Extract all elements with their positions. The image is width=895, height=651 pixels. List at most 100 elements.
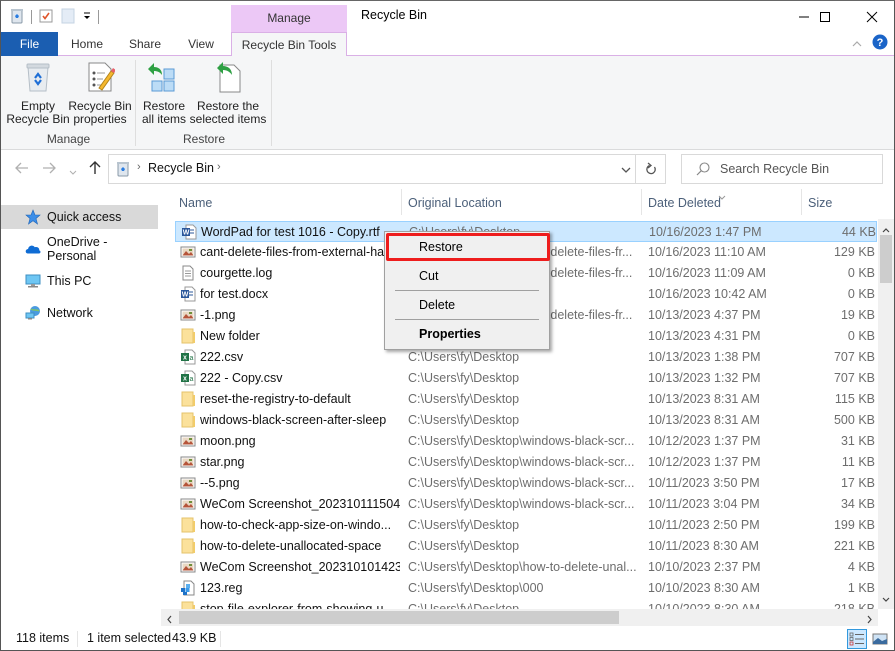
navigation-pane: Quick access OneDrive - Personal This PC…: [1, 187, 161, 627]
file-row[interactable]: --5.png C:\Users\fy\Desktop\windows-black…: [175, 473, 877, 494]
up-arrow-icon: [89, 161, 101, 174]
back-button[interactable]: [15, 161, 29, 178]
collapse-ribbon-icon[interactable]: [852, 37, 862, 51]
file-row[interactable]: a x 222 - Copy.csv C:\Users\fy\Desktop 10/13…: [175, 368, 877, 389]
image-file-icon: [180, 559, 196, 575]
maximize-button[interactable]: [802, 1, 848, 32]
file-name: 222 - Copy.csv: [200, 371, 283, 385]
column-header-date-deleted[interactable]: Date Deleted: [648, 187, 721, 219]
recycle-bin-icon: [21, 60, 55, 94]
address-dropdown-icon[interactable]: [621, 163, 631, 177]
nav-item-onedrive[interactable]: OneDrive - Personal: [1, 235, 158, 263]
menu-item-delete[interactable]: Delete: [387, 294, 547, 316]
up-button[interactable]: [89, 161, 101, 179]
large-icons-view-button[interactable]: [870, 629, 890, 649]
file-row[interactable]: windows-black-screen-after-sleep C:\Users…: [175, 410, 877, 431]
file-date-deleted: 10/12/2023 1:37 PM: [648, 434, 761, 448]
file-row[interactable]: how-to-delete-unallocated-space C:\Users\…: [175, 536, 877, 557]
file-date-deleted: 10/10/2023 2:37 PM: [648, 560, 761, 574]
status-divider: [77, 631, 78, 647]
toolbar-divider: [31, 10, 32, 24]
file-name: star.png: [200, 455, 245, 469]
vertical-scrollbar[interactable]: [878, 219, 894, 609]
menu-item-cut[interactable]: Cut: [387, 265, 547, 287]
file-row[interactable]: WeCom Screenshot_202310111504... C:\Users…: [175, 494, 877, 515]
menu-item-restore[interactable]: Restore: [387, 236, 547, 258]
scroll-right-icon[interactable]: [867, 613, 873, 627]
folder-file-icon: [180, 538, 196, 554]
file-date-deleted: 10/16/2023 11:09 AM: [648, 266, 766, 280]
nav-item-this-pc[interactable]: This PC: [1, 269, 158, 293]
new-folder-qat-icon[interactable]: [60, 8, 76, 27]
refresh-button[interactable]: [635, 155, 665, 183]
properties-qat-icon[interactable]: [38, 8, 54, 27]
file-name: for test.docx: [200, 287, 269, 301]
file-date-deleted: 10/16/2023 11:10 AM: [648, 245, 766, 259]
file-row[interactable]: how-to-check-app-size-on-windo... C:\User…: [175, 515, 877, 536]
file-size: 0 KB: [847, 329, 875, 343]
file-row[interactable]: WeCom Screenshot_202310101423... C:\Users…: [175, 557, 877, 578]
file-row[interactable]: star.png C:\Users\fy\Desktop\windows-blac…: [175, 452, 877, 473]
recycle-bin-small-icon[interactable]: [9, 8, 25, 27]
window-title: Recycle Bin: [361, 8, 427, 22]
file-date-deleted: 10/16/2023 10:42 AM: [648, 287, 767, 301]
search-box[interactable]: [681, 154, 883, 184]
tab-file[interactable]: File: [1, 32, 58, 56]
close-button[interactable]: [849, 1, 894, 32]
network-icon: [25, 305, 41, 321]
breadcrumb-chevron-icon[interactable]: ›: [217, 161, 221, 173]
tab-view[interactable]: View: [177, 32, 225, 56]
title-bar: Manage Recycle Bin: [1, 1, 894, 32]
file-row[interactable]: a x 222.csv C:\Users\fy\Desktop 10/13/2023 1…: [175, 347, 877, 368]
scroll-left-icon[interactable]: [166, 613, 172, 627]
column-divider[interactable]: [801, 189, 802, 215]
horizontal-scrollbar[interactable]: [161, 609, 878, 626]
column-header-name[interactable]: Name: [179, 187, 212, 219]
file-name: 123.reg: [200, 581, 243, 595]
tab-recycle-bin-tools[interactable]: Recycle Bin Tools: [231, 32, 347, 57]
menu-separator: [395, 319, 539, 320]
folder-file-icon: [180, 517, 196, 533]
file-name: how-to-delete-unallocated-space: [200, 539, 382, 553]
address-bar[interactable]: › Recycle Bin ›: [108, 154, 666, 184]
tab-home[interactable]: Home: [61, 32, 113, 56]
group-divider: [271, 60, 272, 146]
image-file-icon: [180, 244, 196, 260]
column-divider[interactable]: [641, 189, 642, 215]
horizontal-scroll-thumb[interactable]: [179, 611, 619, 624]
customize-qat-dropdown-icon[interactable]: [82, 10, 92, 24]
scroll-down-icon[interactable]: [882, 592, 890, 606]
group-label-restore: Restore: [182, 132, 226, 146]
recycle-bin-properties-button[interactable]: Recycle Bin properties: [67, 60, 133, 126]
file-size: 1 KB: [847, 581, 875, 595]
search-input[interactable]: [720, 161, 875, 177]
image-file-icon: [180, 496, 196, 512]
help-icon[interactable]: ?: [872, 34, 888, 53]
nav-item-quick-access[interactable]: Quick access: [1, 205, 158, 229]
file-name: --5.png: [200, 476, 240, 490]
empty-recycle-bin-button[interactable]: Empty Recycle Bin: [5, 60, 71, 126]
menu-item-properties[interactable]: Properties: [387, 323, 547, 345]
restore-all-items-button[interactable]: Restore all items: [140, 60, 188, 126]
vertical-scroll-thumb[interactable]: [880, 235, 892, 283]
tab-share[interactable]: Share: [119, 32, 171, 56]
column-header-original-location[interactable]: Original Location: [408, 187, 502, 219]
file-row[interactable]: 123.reg C:\Users\fy\Desktop\000 10/10/2023…: [175, 578, 877, 599]
breadcrumb-chevron-icon[interactable]: ›: [137, 161, 141, 173]
details-view-button[interactable]: [847, 629, 867, 649]
recent-locations-button[interactable]: [69, 163, 77, 180]
breadcrumb-recycle-bin[interactable]: Recycle Bin: [148, 161, 214, 175]
file-size: 31 KB: [840, 434, 875, 448]
group-label-manage: Manage: [46, 132, 91, 146]
scroll-up-icon[interactable]: [882, 222, 890, 236]
file-row[interactable]: moon.png C:\Users\fy\Desktop\windows-blac…: [175, 431, 877, 452]
file-row[interactable]: reset-the-registry-to-default C:\Users\fy…: [175, 389, 877, 410]
nav-item-network[interactable]: Network: [1, 301, 158, 325]
text-file-icon: [180, 265, 196, 281]
forward-button[interactable]: [42, 161, 56, 178]
column-header-size[interactable]: Size: [808, 187, 832, 219]
chevron-down-icon: [69, 170, 77, 175]
restore-selected-items-button[interactable]: Restore the selected items: [188, 60, 268, 126]
file-original-location: C:\Users\fy\Desktop\windows-black-scr...: [408, 455, 635, 469]
column-divider[interactable]: [401, 189, 402, 215]
